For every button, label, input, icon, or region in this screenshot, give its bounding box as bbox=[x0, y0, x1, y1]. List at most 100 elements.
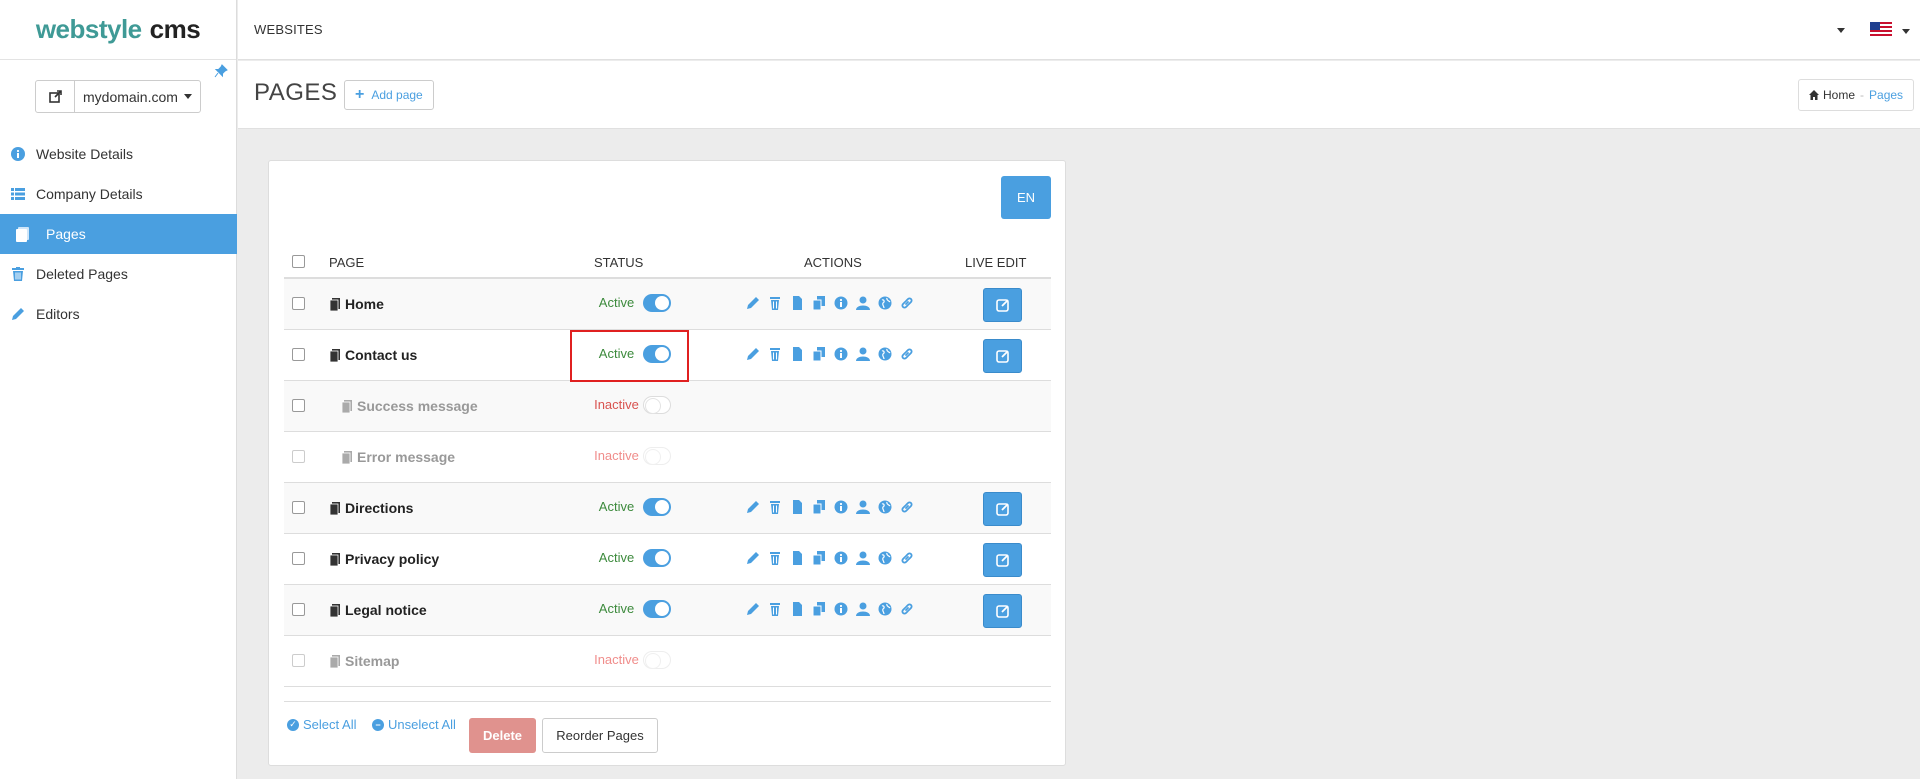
sidebar-item-company-details[interactable]: Company Details bbox=[0, 174, 237, 214]
file-icon[interactable] bbox=[789, 601, 804, 616]
delete-icon[interactable] bbox=[767, 295, 782, 310]
globe-icon[interactable] bbox=[877, 346, 892, 361]
language-button[interactable]: EN bbox=[1001, 176, 1051, 219]
table-row: Sitemap Inactive bbox=[284, 636, 1051, 687]
copy-icon[interactable] bbox=[811, 346, 826, 361]
user-icon[interactable] bbox=[855, 499, 870, 514]
file-icon[interactable] bbox=[789, 346, 804, 361]
select-all-link[interactable]: ✓ Select All bbox=[287, 717, 356, 732]
add-page-button[interactable]: + Add page bbox=[344, 80, 434, 110]
status-toggle[interactable] bbox=[643, 549, 671, 567]
link-icon[interactable] bbox=[899, 346, 914, 361]
select-all-checkbox[interactable] bbox=[292, 255, 305, 268]
globe-icon[interactable] bbox=[877, 601, 892, 616]
page-name[interactable]: Privacy policy bbox=[330, 551, 439, 567]
row-checkbox[interactable] bbox=[292, 603, 305, 616]
live-edit-button[interactable] bbox=[983, 288, 1022, 322]
delete-icon[interactable] bbox=[767, 346, 782, 361]
topbar-title[interactable]: WEBSITES bbox=[254, 22, 323, 37]
copy-icon[interactable] bbox=[811, 295, 826, 310]
page-name[interactable]: Error message bbox=[342, 449, 455, 465]
header-page: PAGE bbox=[329, 255, 365, 270]
file-icon[interactable] bbox=[789, 550, 804, 565]
chevron-down-icon bbox=[183, 94, 192, 99]
live-edit-button[interactable] bbox=[983, 339, 1022, 373]
file-icon[interactable] bbox=[789, 295, 804, 310]
sidebar: webstyle cms mydomain.com Website Details… bbox=[0, 0, 237, 779]
status-toggle[interactable] bbox=[643, 396, 671, 414]
page-name[interactable]: Directions bbox=[330, 500, 413, 516]
live-edit-button[interactable] bbox=[983, 492, 1022, 526]
info-icon[interactable] bbox=[833, 499, 848, 514]
row-checkbox[interactable] bbox=[292, 297, 305, 310]
globe-icon[interactable] bbox=[877, 295, 892, 310]
info-icon[interactable] bbox=[833, 601, 848, 616]
brand-logo[interactable]: webstyle cms bbox=[0, 0, 236, 60]
us-flag-icon[interactable] bbox=[1870, 22, 1892, 38]
edit-icon[interactable] bbox=[745, 295, 760, 310]
status-toggle[interactable] bbox=[643, 600, 671, 618]
row-checkbox[interactable] bbox=[292, 348, 305, 361]
row-checkbox[interactable] bbox=[292, 654, 305, 667]
row-actions bbox=[745, 550, 914, 565]
user-icon[interactable] bbox=[855, 550, 870, 565]
live-edit-button[interactable] bbox=[983, 594, 1022, 628]
row-checkbox[interactable] bbox=[292, 552, 305, 565]
row-checkbox[interactable] bbox=[292, 450, 305, 463]
row-checkbox[interactable] bbox=[292, 501, 305, 514]
sidebar-item-website-details[interactable]: Website Details bbox=[0, 134, 237, 174]
edit-icon[interactable] bbox=[745, 550, 760, 565]
globe-icon[interactable] bbox=[877, 499, 892, 514]
delete-icon[interactable] bbox=[767, 499, 782, 514]
sidebar-item-deleted-pages[interactable]: Deleted Pages bbox=[0, 254, 237, 294]
globe-icon[interactable] bbox=[877, 550, 892, 565]
copy-icon[interactable] bbox=[811, 601, 826, 616]
unselect-all-link[interactable]: − Unselect All bbox=[372, 717, 456, 732]
link-icon[interactable] bbox=[899, 601, 914, 616]
info-icon[interactable] bbox=[833, 295, 848, 310]
breadcrumb-separator: - bbox=[1860, 88, 1865, 102]
status-toggle[interactable] bbox=[643, 651, 671, 669]
link-icon[interactable] bbox=[899, 499, 914, 514]
edit-icon[interactable] bbox=[745, 601, 760, 616]
file-icon[interactable] bbox=[789, 499, 804, 514]
language-dropdown-caret[interactable] bbox=[1902, 29, 1910, 34]
domain-dropdown[interactable]: mydomain.com bbox=[75, 81, 200, 112]
status-text: Inactive bbox=[594, 652, 639, 667]
sidebar-item-editors[interactable]: Editors bbox=[0, 294, 237, 334]
info-icon[interactable] bbox=[833, 346, 848, 361]
page-name[interactable]: Contact us bbox=[330, 347, 417, 363]
status-toggle[interactable] bbox=[643, 294, 671, 312]
info-icon[interactable] bbox=[833, 550, 848, 565]
row-checkbox[interactable] bbox=[292, 399, 305, 412]
user-icon[interactable] bbox=[855, 346, 870, 361]
pin-icon[interactable] bbox=[214, 64, 228, 78]
page-name[interactable]: Sitemap bbox=[330, 653, 399, 669]
user-icon[interactable] bbox=[855, 601, 870, 616]
table-row: Home Active bbox=[284, 279, 1051, 330]
page-name[interactable]: Home bbox=[330, 296, 384, 312]
reorder-pages-button[interactable]: Reorder Pages bbox=[542, 718, 658, 753]
delete-button[interactable]: Delete bbox=[469, 718, 536, 753]
page-name[interactable]: Success message bbox=[342, 398, 478, 414]
open-website-button[interactable] bbox=[36, 81, 75, 112]
page-name[interactable]: Legal notice bbox=[330, 602, 427, 618]
edit-icon[interactable] bbox=[745, 346, 760, 361]
status-toggle[interactable] bbox=[643, 498, 671, 516]
breadcrumb: Home - Pages bbox=[1798, 79, 1915, 111]
table-header: PAGE STATUS ACTIONS LIVE EDIT bbox=[284, 249, 1051, 279]
link-icon[interactable] bbox=[899, 295, 914, 310]
edit-icon[interactable] bbox=[745, 499, 760, 514]
breadcrumb-home[interactable]: Home bbox=[1823, 88, 1855, 102]
delete-icon[interactable] bbox=[767, 550, 782, 565]
user-icon[interactable] bbox=[855, 295, 870, 310]
copy-icon[interactable] bbox=[811, 499, 826, 514]
user-menu-dropdown[interactable] bbox=[1837, 28, 1845, 33]
sidebar-item-pages[interactable]: Pages bbox=[0, 214, 237, 254]
copy-icon[interactable] bbox=[811, 550, 826, 565]
live-edit-button[interactable] bbox=[983, 543, 1022, 577]
delete-icon[interactable] bbox=[767, 601, 782, 616]
link-icon[interactable] bbox=[899, 550, 914, 565]
status-toggle[interactable] bbox=[643, 447, 671, 465]
document-icon bbox=[330, 297, 340, 311]
